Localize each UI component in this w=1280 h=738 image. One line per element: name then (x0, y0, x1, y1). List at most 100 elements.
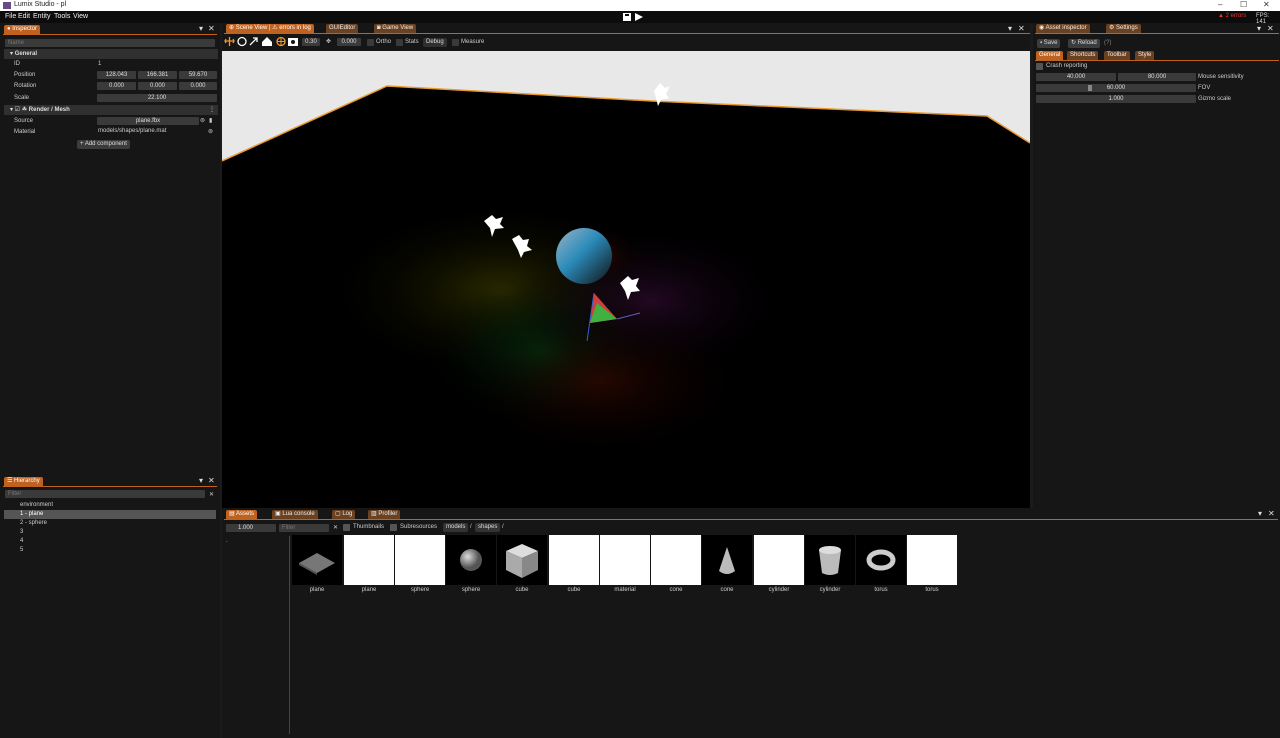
breadcrumb-shapes[interactable]: shapes (475, 523, 501, 532)
tab-style[interactable]: Style (1135, 51, 1155, 60)
asset-thumbnail-cube[interactable] (497, 535, 547, 585)
menu-entity[interactable]: Entity (33, 13, 51, 20)
browse-icon[interactable]: ⊚ (200, 117, 205, 124)
breadcrumb-models[interactable]: models (443, 523, 469, 532)
asset-thumbnail-torus[interactable] (856, 535, 906, 585)
tab-inspector[interactable]: ● Inspector (4, 25, 40, 34)
stats-checkbox[interactable] (396, 39, 403, 46)
asset-thumbnail-cube-file[interactable] (549, 535, 599, 585)
panel-menu-icon[interactable]: ▾ (1257, 24, 1261, 33)
save-play-icons[interactable] (622, 12, 644, 22)
menu-edit[interactable]: Edit (18, 13, 30, 20)
material-value[interactable]: models/shapes/plane.mat (98, 128, 166, 134)
position-x[interactable]: 128.043 (97, 71, 136, 79)
errors-indicator[interactable]: ▲ 2 errors (1218, 13, 1246, 19)
source-field[interactable]: plane.fbx (97, 117, 199, 125)
hierarchy-filter-input[interactable]: Filter (5, 490, 205, 498)
name-input[interactable]: Name (5, 39, 215, 47)
asset-filter-input[interactable]: Filter (279, 524, 329, 532)
asset-thumbnail-cone[interactable] (702, 535, 752, 585)
list-item[interactable]: 5 (20, 547, 23, 553)
list-item[interactable]: 2 - sphere (20, 520, 47, 526)
asset-thumbnail-sphere-file[interactable] (395, 535, 445, 585)
clear-filter-icon[interactable]: ✕ (209, 491, 214, 498)
position-y[interactable]: 166.381 (138, 71, 177, 79)
tab-settings[interactable]: ⚙ Settings (1106, 24, 1141, 33)
maximize-button[interactable]: ☐ (1240, 0, 1247, 9)
close-icon[interactable]: ✕ (208, 24, 215, 33)
list-item[interactable]: 1 - plane (20, 511, 43, 517)
save-button[interactable]: ▪ Save (1037, 39, 1061, 48)
asset-thumbnail-cone-file[interactable] (651, 535, 701, 585)
transform-tools[interactable] (224, 36, 300, 47)
asset-thumbnail-torus-file[interactable] (907, 535, 957, 585)
tab-profiler[interactable]: ▥ Profiler (368, 510, 401, 519)
tab-lua-console[interactable]: ▣ Lua console (272, 510, 318, 519)
scale-input[interactable]: 22.100 (97, 94, 217, 102)
mouse-sensitivity-x[interactable]: 40.000 (1036, 73, 1116, 81)
thumbnail-size-slider[interactable]: 1.000 (226, 524, 276, 532)
rotation-y[interactable]: 0.000 (138, 82, 177, 90)
close-icon[interactable]: ✕ (1267, 24, 1274, 33)
tab-log[interactable]: ▢ Log (332, 510, 356, 519)
add-component-button[interactable]: + Add component (77, 140, 130, 149)
rotation-x[interactable]: 0.000 (97, 82, 136, 90)
measure-checkbox[interactable] (452, 39, 459, 46)
tab-assets[interactable]: ▤ Assets (226, 510, 258, 519)
list-item[interactable]: 4 (20, 538, 23, 544)
asset-thumbnail-plane[interactable] (292, 535, 342, 585)
tab-hierarchy[interactable]: ☰ Hierarchy (4, 477, 43, 486)
tab-gui-editor[interactable]: GUIEditor (326, 24, 359, 33)
reload-button[interactable]: ↻ Reload (1068, 39, 1100, 48)
fov-slider[interactable]: 60.000 (1036, 84, 1196, 92)
asset-thumbnail-plane-file[interactable] (344, 535, 394, 585)
panel-menu-icon[interactable]: ▾ (199, 476, 203, 485)
position-z[interactable]: 59.670 (179, 71, 217, 79)
asset-thumbnail-cylinder-file[interactable] (754, 535, 804, 585)
scene-viewport[interactable] (222, 51, 1030, 508)
camera-speed-input[interactable]: 0.30 (302, 38, 320, 46)
list-item[interactable]: environment (20, 502, 53, 508)
crash-reporting-checkbox[interactable] (1036, 63, 1043, 70)
tab-asset-inspector[interactable]: ◉ Asset inspector (1036, 24, 1090, 33)
mouse-sensitivity-y[interactable]: 80.000 (1118, 73, 1196, 81)
rotation-z[interactable]: 0.000 (179, 82, 217, 90)
close-icon[interactable]: ✕ (1018, 24, 1025, 33)
asset-thumbnail-material[interactable] (600, 535, 650, 585)
close-window-button[interactable]: ✕ (1263, 0, 1270, 9)
subresources-checkbox[interactable] (390, 524, 397, 531)
asset-thumbnail-sphere[interactable] (446, 535, 496, 585)
help-icon[interactable]: (?) (1104, 40, 1111, 46)
panel-menu-icon[interactable]: ▾ (1008, 24, 1012, 33)
tab-scene-view[interactable]: ⊕ Scene View | ⚠ errors in log (226, 24, 314, 33)
component-menu-icon[interactable]: ⋮ (209, 105, 215, 115)
close-icon[interactable]: ✕ (208, 476, 215, 485)
debug-dropdown[interactable]: Debug (423, 38, 447, 47)
tab-general[interactable]: General (1036, 51, 1064, 60)
delete-icon[interactable]: ▮ (209, 117, 212, 124)
menu-file[interactable]: File (5, 13, 16, 20)
menu-view[interactable]: View (73, 13, 88, 20)
snap-icon[interactable]: ✥ (326, 38, 331, 45)
fov-slider-handle[interactable] (1088, 85, 1092, 91)
close-icon[interactable]: ✕ (1268, 509, 1275, 518)
ortho-checkbox[interactable] (367, 39, 374, 46)
menu-tools[interactable]: Tools (54, 13, 70, 20)
asset-thumbnail-cylinder[interactable] (805, 535, 855, 585)
splitter[interactable] (289, 536, 290, 734)
tab-game-view[interactable]: ◙ Game View (374, 24, 417, 33)
snap-input[interactable]: 0.000 (337, 38, 361, 46)
tab-shortcuts[interactable]: Shortcuts (1067, 51, 1099, 60)
clear-filter-icon[interactable]: ✕ (333, 524, 338, 531)
render-mesh-header[interactable]: ▾ ☑ ☘ Render / Mesh ⋮ (4, 105, 218, 115)
thumbnails-checkbox[interactable] (343, 524, 350, 531)
tab-toolbar[interactable]: Toolbar (1104, 51, 1130, 60)
list-item[interactable]: 3 (20, 529, 23, 535)
panel-menu-icon[interactable]: ▾ (1258, 509, 1262, 518)
general-header[interactable]: ▾ General (4, 49, 218, 59)
minimize-button[interactable]: – (1218, 0, 1222, 9)
folder-tree-root[interactable]: . (226, 538, 228, 544)
panel-menu-icon[interactable]: ▾ (199, 24, 203, 33)
gizmo-scale-input[interactable]: 1.000 (1036, 95, 1196, 103)
material-browse-icon[interactable]: ⊚ (208, 128, 213, 135)
